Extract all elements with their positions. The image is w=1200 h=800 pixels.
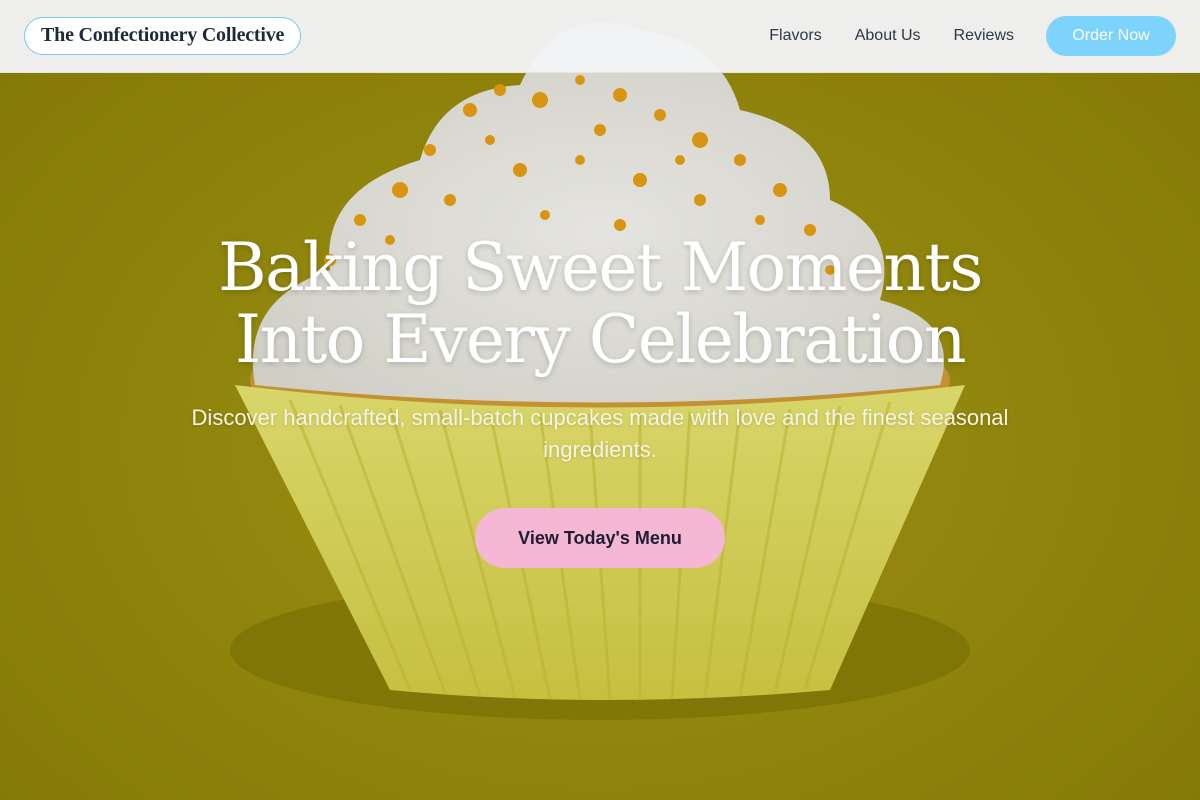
nav-link-flavors[interactable]: Flavors [769,27,821,45]
nav-link-reviews[interactable]: Reviews [954,27,1014,45]
brand-logo[interactable]: The Confectionery Collective [24,17,302,55]
hero-headline: Baking Sweet Moments Into Every Celebrat… [0,232,1200,376]
hero-subheadline: Discover handcrafted, small-batch cupcak… [191,405,1009,462]
main-nav: Flavors About Us Reviews Order Now [769,16,1176,56]
hero-content: Baking Sweet Moments Into Every Celebrat… [0,232,1200,568]
hero-headline-line-1: Baking Sweet Moments [218,229,983,306]
view-menu-button[interactable]: View Today's Menu [475,508,725,568]
site-header: The Confectionery Collective Flavors Abo… [0,0,1200,73]
order-now-button[interactable]: Order Now [1046,16,1176,56]
nav-link-about-us[interactable]: About Us [855,27,921,45]
hero-headline-line-2: Into Every Celebration [235,301,966,378]
